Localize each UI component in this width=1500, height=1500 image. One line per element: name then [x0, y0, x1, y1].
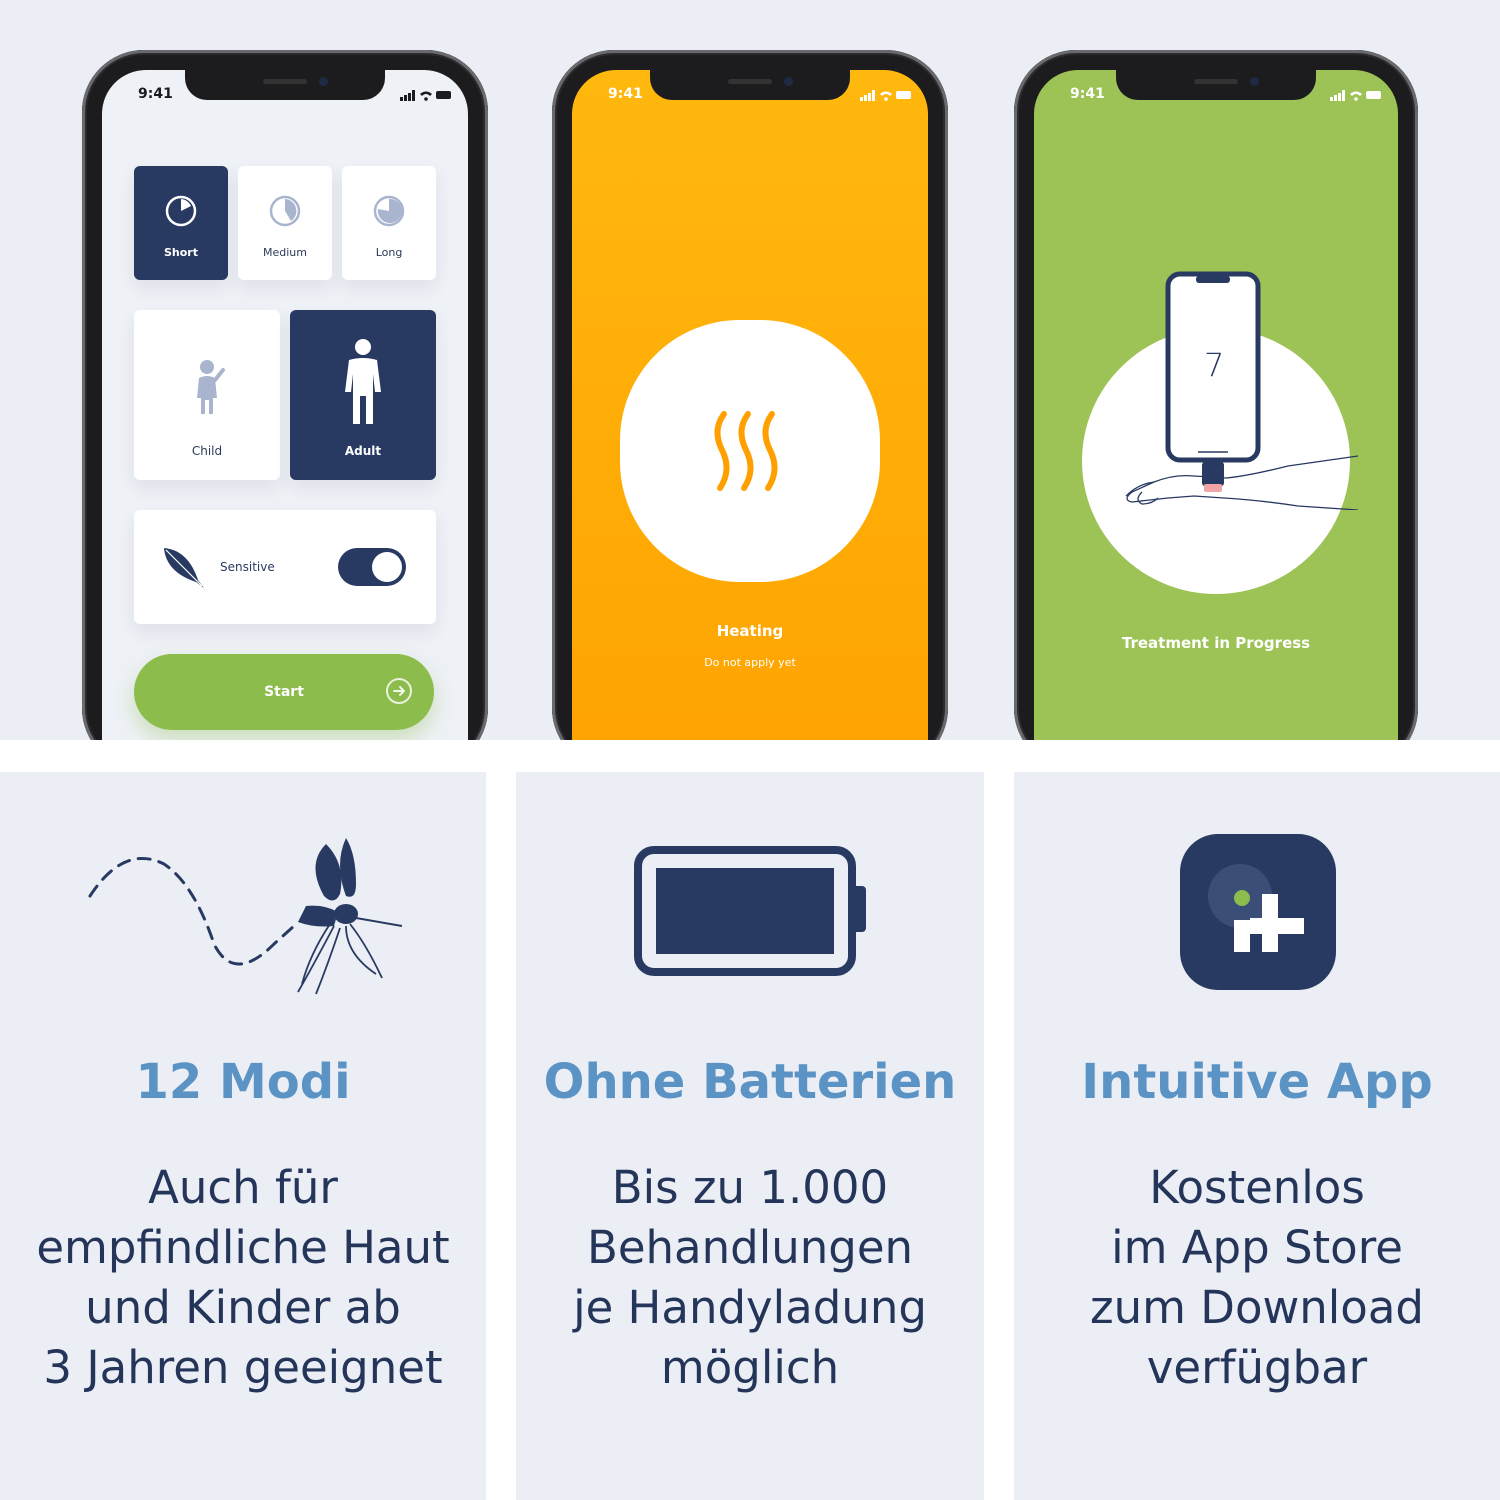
adult-icon — [345, 339, 381, 424]
phone-notch — [650, 70, 850, 100]
feature-line: im App Store — [1111, 1221, 1403, 1274]
child-icon — [197, 360, 225, 414]
feature-line: möglich — [660, 1341, 840, 1394]
duration-label: Short — [164, 246, 198, 259]
mosquito-icon — [88, 838, 403, 995]
phone-notch — [1116, 70, 1316, 100]
arrow-right-icon — [386, 678, 412, 704]
duration-label: Medium — [263, 246, 307, 259]
feature-description: Auch für empfindliche Haut und Kinder ab… — [0, 1158, 486, 1398]
phone-screen: 9:41 7 Treatment in Progress — [1034, 70, 1398, 770]
section-divider — [0, 740, 1500, 770]
age-label: Child — [191, 444, 223, 458]
phone-notch — [185, 70, 385, 100]
phone-treatment: 9:41 7 Treatment in Progress — [1014, 50, 1418, 770]
feature-panel-battery: Ohne Batterien Bis zu 1.000 Behandlungen… — [516, 772, 984, 1500]
heating-hint: Do not apply yet — [704, 656, 796, 669]
heating-status: Heating — [716, 622, 784, 640]
feature-line: Behandlungen — [586, 1221, 914, 1274]
feature-line: Kostenlos — [1149, 1161, 1365, 1214]
status-time: 9:41 — [1070, 86, 1105, 102]
countdown-value: 7 — [1204, 346, 1225, 384]
start-button[interactable]: Start — [134, 654, 434, 730]
status-icons — [400, 86, 452, 105]
sensitive-row: Sensitive — [134, 510, 436, 624]
sensitive-toggle[interactable] — [338, 548, 406, 586]
feature-line: 3 Jahren geeignet — [43, 1341, 443, 1394]
start-label: Start — [264, 684, 304, 700]
feature-title: Intuitive App — [1081, 1054, 1433, 1110]
timer-long-icon — [373, 195, 405, 227]
status-time: 9:41 — [608, 86, 643, 102]
status-icons — [1330, 86, 1382, 105]
feature-line: und Kinder ab — [85, 1281, 401, 1334]
duration-label: Long — [375, 246, 403, 259]
age-label: Adult — [344, 444, 382, 458]
timer-short-icon — [165, 195, 197, 227]
app-logo-icon — [1180, 834, 1336, 990]
heating-indicator — [620, 320, 880, 582]
phone-on-arm-illustration — [1125, 271, 1358, 510]
duration-option-short[interactable]: Short — [134, 166, 228, 280]
heat-waves-icon — [714, 411, 778, 491]
feature-line: zum Download — [1090, 1281, 1424, 1334]
age-option-adult[interactable]: Adult — [290, 310, 436, 480]
feature-line: verfügbar — [1146, 1341, 1368, 1394]
feature-panel-modes: 12 Modi Auch für empfindliche Haut und K… — [0, 772, 486, 1500]
feature-line: Bis zu 1.000 — [611, 1161, 889, 1214]
feature-title: Ohne Batterien — [543, 1054, 957, 1110]
battery-icon — [634, 846, 866, 976]
sensitive-label: Sensitive — [220, 560, 275, 574]
treatment-status: Treatment in Progress — [1121, 634, 1311, 652]
status-time: 9:41 — [138, 86, 173, 102]
duration-option-long[interactable]: Long — [342, 166, 436, 280]
feature-description: Bis zu 1.000 Behandlungen je Handyladung… — [516, 1158, 984, 1398]
feature-title: 12 Modi — [135, 1054, 351, 1110]
feature-panel-app: Intuitive App Kostenlos im App Store zum… — [1014, 772, 1500, 1500]
phone-heating: 9:41 Heating Do not apply yet — [552, 50, 948, 770]
phone-screen: 9:41 Heating Do not apply yet — [572, 70, 928, 770]
status-icons — [860, 86, 912, 105]
phone-mode-selection: 9:41 Short Medium Long Child Adult Sensi… — [82, 50, 488, 770]
feature-line: je Handyladung — [573, 1281, 927, 1334]
timer-medium-icon — [269, 195, 301, 227]
feature-line: empfindliche Haut — [36, 1221, 450, 1274]
duration-option-medium[interactable]: Medium — [238, 166, 332, 280]
age-option-child[interactable]: Child — [134, 310, 280, 480]
feather-icon — [164, 548, 204, 588]
phone-screen: 9:41 Short Medium Long Child Adult Sensi… — [102, 70, 468, 770]
feature-description: Kostenlos im App Store zum Download verf… — [1014, 1158, 1500, 1398]
feature-line: Auch für — [148, 1161, 338, 1214]
